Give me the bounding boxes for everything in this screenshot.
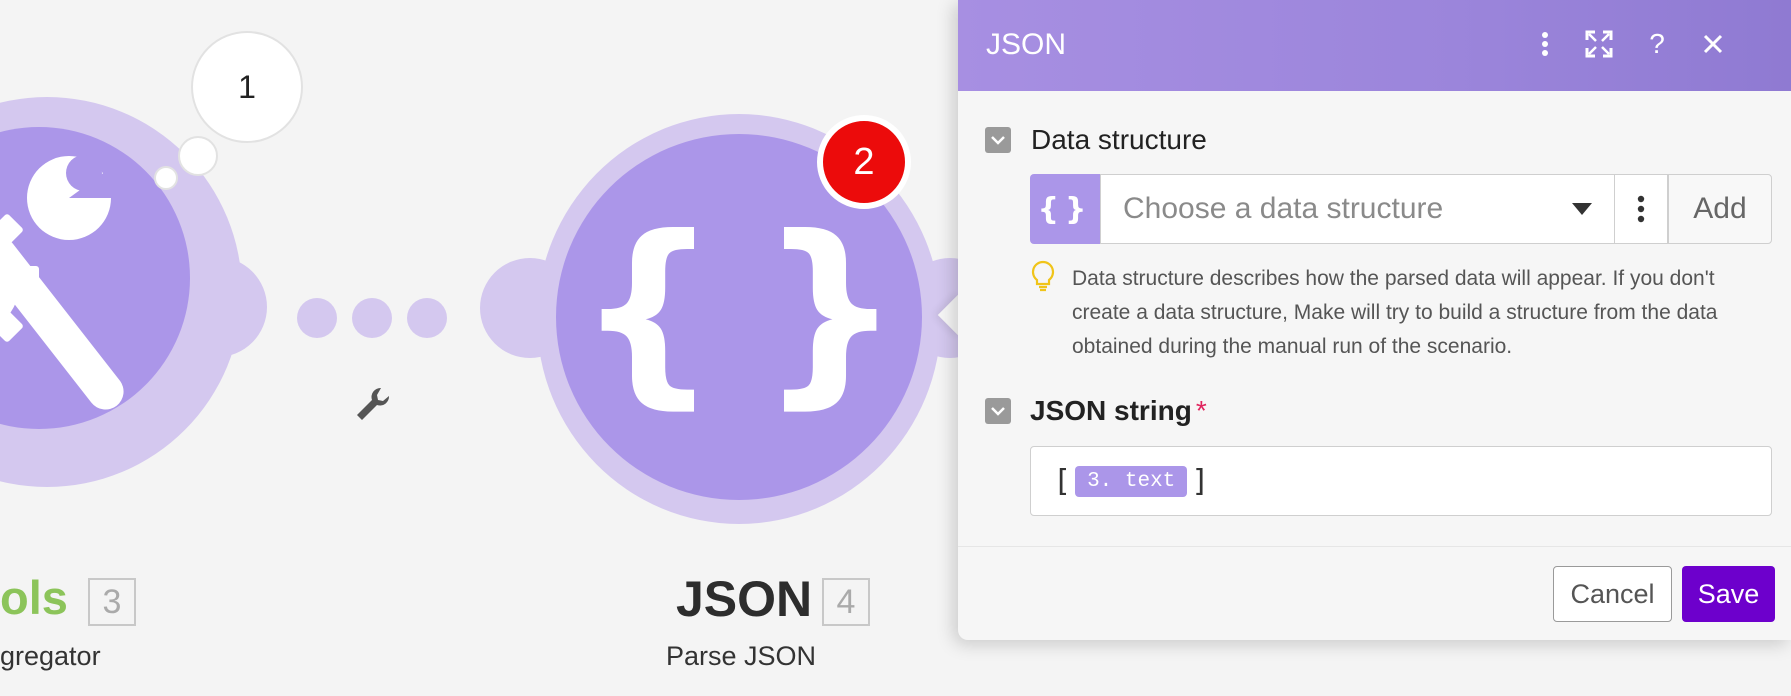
json-string-input[interactable]: [ 3. text ] (1030, 446, 1772, 516)
data-structure-select[interactable]: Choose a data structure (1100, 174, 1615, 244)
braces-icon: {} (1030, 174, 1100, 244)
more-vertical-icon[interactable] (1525, 24, 1565, 64)
error-badge-count: 2 (853, 140, 875, 183)
data-structure-hint: Data structure describes how the parsed … (1072, 267, 1718, 358)
tools-icon (0, 155, 124, 410)
link-dot[interactable] (352, 298, 392, 338)
data-structure-placeholder: Choose a data structure (1123, 192, 1444, 225)
json-string-label: JSON string * (1030, 395, 1207, 427)
required-mark: * (1195, 395, 1207, 426)
link-dot[interactable] (407, 298, 447, 338)
help-icon[interactable]: ? (1637, 24, 1677, 64)
module-number: 3 (88, 578, 136, 626)
more-vertical-icon (1637, 195, 1645, 223)
module-number: 4 (822, 578, 870, 626)
thought-bubble[interactable]: 1 (191, 31, 303, 143)
expand-icon[interactable] (1579, 24, 1619, 64)
module-settings-panel: JSON ? Data structure {} Choose a data s… (958, 0, 1791, 640)
braces-icon: {} (576, 194, 942, 427)
mapped-variable-pill[interactable]: 3. text (1075, 465, 1188, 497)
add-data-structure-button[interactable]: Add (1668, 174, 1772, 244)
thought-bubble-mid (178, 136, 218, 176)
error-badge[interactable]: 2 (817, 115, 911, 209)
module-name: JSON (676, 571, 813, 627)
panel-divider (958, 546, 1791, 547)
lightbulb-icon (1031, 260, 1055, 292)
module-subtitle: gregator (0, 641, 101, 671)
wrench-icon[interactable] (353, 384, 393, 424)
panel-header: JSON ? (958, 0, 1791, 91)
json-string-toggle[interactable] (985, 398, 1011, 424)
thought-bubble-small (154, 166, 178, 190)
data-structure-options-button[interactable] (1615, 174, 1668, 244)
caret-down-icon (1572, 203, 1592, 215)
module-name: ols (0, 571, 68, 624)
save-button[interactable]: Save (1682, 566, 1775, 622)
thought-bubble-number: 1 (238, 68, 256, 105)
open-bracket: [ (1053, 463, 1072, 499)
data-structure-row: {} Choose a data structure Add (1030, 174, 1772, 244)
cancel-button[interactable]: Cancel (1553, 566, 1672, 622)
json-string-label-text: JSON string (1030, 395, 1192, 426)
link-dot[interactable] (297, 298, 337, 338)
close-bracket: ] (1191, 463, 1210, 499)
data-structure-toggle[interactable] (985, 127, 1011, 153)
panel-title: JSON (986, 28, 1067, 61)
close-icon[interactable] (1693, 24, 1733, 64)
module-subtitle: Parse JSON (666, 641, 817, 671)
data-structure-label: Data structure (1031, 124, 1207, 155)
